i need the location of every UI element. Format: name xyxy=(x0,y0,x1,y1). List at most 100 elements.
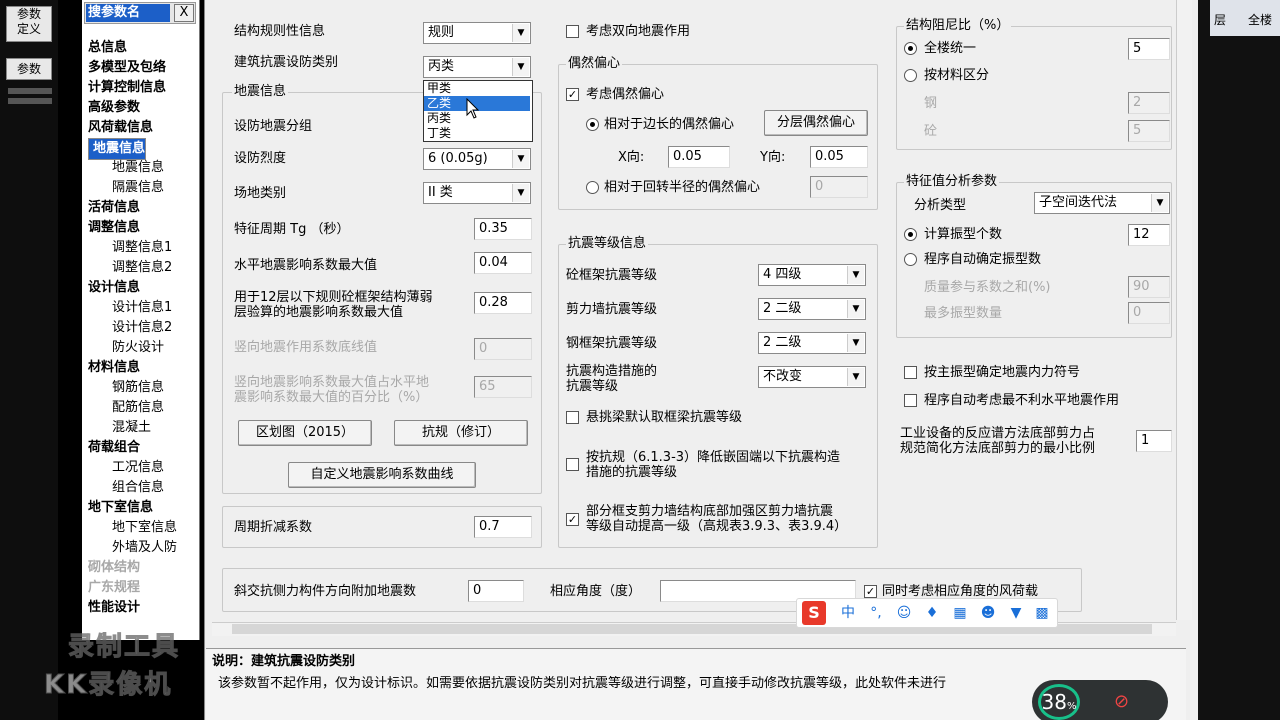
tree-item[interactable]: 性能设计 xyxy=(88,598,140,618)
category-option-ding[interactable]: 丁类 xyxy=(424,126,530,141)
tree-item[interactable]: 设计信息1 xyxy=(112,298,172,318)
steel-damping-label: 钢 xyxy=(924,96,938,111)
seismic-code-button[interactable]: 抗规（修订） xyxy=(394,420,528,446)
custom-curve-button[interactable]: 自定义地震影响系数曲线 xyxy=(288,462,476,488)
eccentricity-checkbox[interactable]: ✓ xyxy=(566,88,579,101)
uniform-damping-input[interactable]: 5 xyxy=(1128,38,1170,60)
auto-mode-radio[interactable] xyxy=(904,253,917,266)
tree-item[interactable]: 调整信息1 xyxy=(112,238,172,258)
mode-count-label: 计算振型个数 xyxy=(924,227,1003,242)
param-search-input[interactable]: 搜参数名 xyxy=(86,4,170,22)
tree-item[interactable]: 风荷载信息 xyxy=(88,118,153,138)
tree-item[interactable]: 调整信息2 xyxy=(112,258,172,278)
oblique-input[interactable]: 0 xyxy=(468,580,524,602)
tree-item[interactable]: 地震信息 xyxy=(88,138,147,160)
cantilever-checkbox[interactable] xyxy=(566,411,579,424)
toolbox-icon[interactable]: ▩ xyxy=(1032,603,1052,623)
tree-item[interactable]: 防火设计 xyxy=(112,338,164,358)
tree-item[interactable]: 地下室信息 xyxy=(112,518,177,538)
angle-label: 相应角度（度） xyxy=(550,584,642,599)
period-factor-input[interactable]: 0.7 xyxy=(474,516,532,538)
auto-worst-checkbox[interactable] xyxy=(904,394,917,407)
tree-item[interactable]: 材料信息 xyxy=(88,358,140,378)
ecc-edge-radio[interactable] xyxy=(586,118,599,131)
industrial-label-2: 规范简化方法底部剪力的最小比例 xyxy=(900,441,1096,456)
measure-label-2: 抗震等级 xyxy=(566,379,619,394)
toolbar-separator xyxy=(8,88,52,94)
tree-item[interactable]: 地下室信息 xyxy=(88,498,153,518)
measure-label: 抗震构造措施的 xyxy=(566,364,658,379)
vertical-scrollbar[interactable] xyxy=(1176,0,1192,620)
category-option-jia[interactable]: 甲类 xyxy=(424,81,530,96)
emoji-icon[interactable]: ☺ xyxy=(894,603,914,623)
whole-building-button[interactable]: 全楼 xyxy=(1248,12,1272,28)
lower-grade-checkbox[interactable] xyxy=(566,458,579,471)
uniform-damping-radio[interactable] xyxy=(904,42,917,55)
material-damping-radio[interactable] xyxy=(904,69,917,82)
shear-wall-select[interactable]: 2 二级 ▼ xyxy=(758,298,866,320)
x-dir-input[interactable]: 0.05 xyxy=(668,146,730,168)
measure-select[interactable]: 不改变 ▼ xyxy=(758,366,866,388)
wind-angle-checkbox[interactable]: ✓ xyxy=(864,585,877,598)
tree-item[interactable]: 计算控制信息 xyxy=(88,78,166,98)
tree-item[interactable]: 地震信息 xyxy=(112,158,164,178)
y-dir-input[interactable]: 0.05 xyxy=(810,146,868,168)
tree-item[interactable]: 钢筋信息 xyxy=(112,378,164,398)
tree-item[interactable]: 活荷信息 xyxy=(88,198,140,218)
tree-item[interactable]: 工况信息 xyxy=(112,458,164,478)
frame12-input[interactable]: 0.28 xyxy=(474,292,532,314)
tree-item[interactable]: 配筋信息 xyxy=(112,398,164,418)
background-toolbar: 层 全楼 xyxy=(1210,0,1280,36)
tree-item[interactable]: 总信息 xyxy=(88,38,127,58)
intensity-label: 设防烈度 xyxy=(234,151,287,166)
tg-input[interactable]: 0.35 xyxy=(474,218,532,240)
zoning-map-button[interactable]: 区划图（2015） xyxy=(238,420,372,446)
watermark-line2: KK录像机 xyxy=(43,670,173,701)
microphone-icon[interactable]: ♦ xyxy=(922,603,942,623)
chevron-down-icon: ▼ xyxy=(512,58,529,76)
tree-item[interactable]: 混凝土 xyxy=(112,418,151,438)
tree-item[interactable]: 荷载组合 xyxy=(88,438,140,458)
auto-worst-label: 程序自动考虑最不利水平地震作用 xyxy=(924,393,1120,408)
category-select[interactable]: 丙类 ▼ xyxy=(423,56,531,78)
site-select[interactable]: II 类 ▼ xyxy=(423,182,531,204)
damping-title: 结构阻尼比（%） xyxy=(904,18,1012,34)
tree-close-button[interactable]: X xyxy=(174,4,194,22)
mode-count-input[interactable]: 12 xyxy=(1128,224,1170,246)
quake-group-label: 设防地震分组 xyxy=(234,119,313,134)
amax-input[interactable]: 0.04 xyxy=(474,252,532,274)
mode-count-radio[interactable] xyxy=(904,228,917,241)
analysis-type-select[interactable]: 子空间迭代法 ▼ xyxy=(1034,192,1170,214)
steel-frame-select[interactable]: 2 二级 ▼ xyxy=(758,332,866,354)
steel-frame-label: 钢框架抗震等级 xyxy=(566,336,658,351)
skin-icon[interactable]: ▼ xyxy=(1006,603,1026,623)
tree-item[interactable]: 设计信息 xyxy=(88,278,140,298)
tree-item[interactable]: 高级参数 xyxy=(88,98,140,118)
period-factor-label: 周期折减系数 xyxy=(234,520,313,535)
tree-item[interactable]: 隔震信息 xyxy=(112,178,164,198)
main-mode-checkbox[interactable] xyxy=(904,366,917,379)
industrial-input[interactable]: 1 xyxy=(1136,430,1172,452)
regularity-select[interactable]: 规则 ▼ xyxy=(423,22,531,44)
intensity-select[interactable]: 6 (0.05g) ▼ xyxy=(423,148,531,170)
bidirectional-checkbox[interactable] xyxy=(566,25,579,38)
tree-item[interactable]: 组合信息 xyxy=(112,478,164,498)
partial-frame-label-2: 等级自动提高一级（高规表3.9.3、表3.9.4） xyxy=(586,519,848,534)
keyboard-icon[interactable]: ▦ xyxy=(950,603,970,623)
tree-item[interactable]: 多模型及包络 xyxy=(88,58,166,78)
floor-button[interactable]: 层 xyxy=(1214,12,1226,28)
punctuation-icon[interactable]: °, xyxy=(866,603,886,623)
tree-item[interactable]: 外墙及人防 xyxy=(112,538,177,558)
tree-item[interactable]: 设计信息2 xyxy=(112,318,172,338)
ime-lang-toggle[interactable]: 中 xyxy=(838,603,858,623)
param-button[interactable]: 参数 xyxy=(6,58,52,80)
background-window xyxy=(1198,0,1280,720)
sogou-logo-icon[interactable]: S xyxy=(802,601,826,625)
ecc-radius-radio[interactable] xyxy=(586,181,599,194)
tree-item[interactable]: 调整信息 xyxy=(88,218,140,238)
layer-eccentricity-button[interactable]: 分层偶然偏心 xyxy=(764,110,868,136)
concrete-frame-select[interactable]: 4 四级 ▼ xyxy=(758,264,866,286)
param-define-button[interactable]: 参数 定义 xyxy=(6,6,52,42)
partial-frame-checkbox[interactable]: ✓ xyxy=(566,513,579,526)
user-icon[interactable]: ☻ xyxy=(978,603,998,623)
